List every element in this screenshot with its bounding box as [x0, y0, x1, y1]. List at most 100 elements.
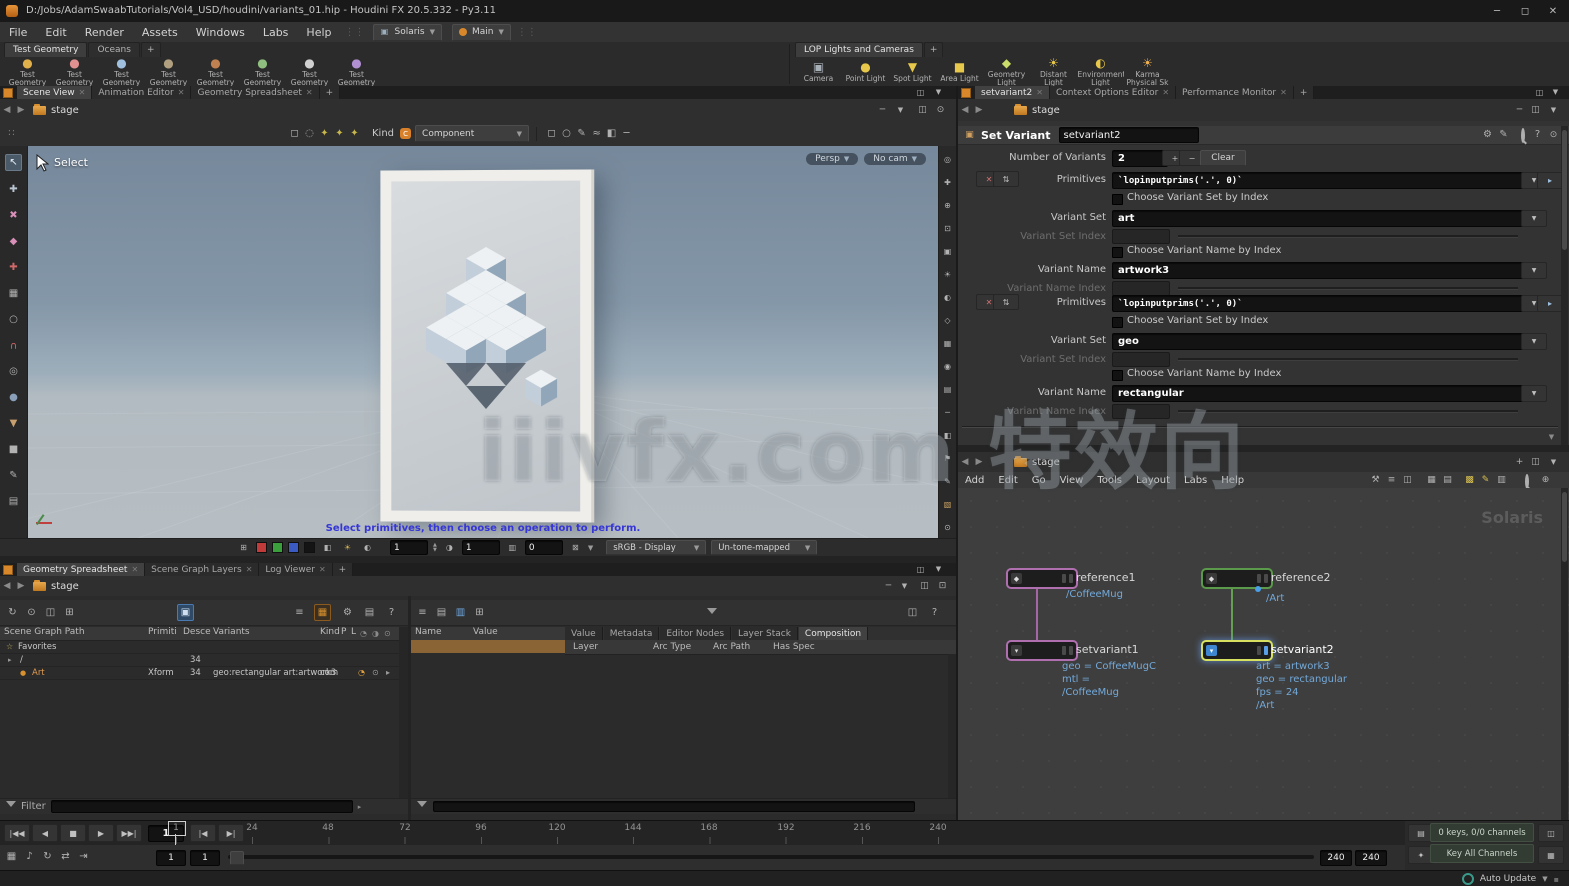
- close-icon[interactable]: ✕: [246, 565, 253, 574]
- key-all-channels-button[interactable]: Key All Channels: [1430, 844, 1534, 863]
- audio-icon[interactable]: ♪: [22, 849, 37, 864]
- color-palette-icon[interactable]: ▩: [1462, 473, 1477, 488]
- gamma-field[interactable]: 1: [390, 540, 428, 555]
- display-flag[interactable]: [1069, 646, 1073, 655]
- header-state-icon[interactable]: ◑: [372, 629, 379, 638]
- network-menu-view[interactable]: View: [1053, 472, 1091, 488]
- node-flag[interactable]: [1257, 646, 1261, 655]
- update-mode-selector[interactable]: Auto Update ▼ ▪: [1462, 872, 1559, 886]
- col-p[interactable]: P: [341, 627, 346, 637]
- shelf-tool-test-geometry-4[interactable]: ●Test Geometry: [145, 55, 192, 87]
- choose-set-index-checkbox[interactable]: [1112, 194, 1123, 205]
- view-tumble-icon[interactable]: ◎: [940, 152, 955, 167]
- post-note-icon[interactable]: ✎: [1478, 473, 1493, 488]
- no-cam-button[interactable]: No cam▼: [864, 153, 926, 165]
- grid-snap-icon[interactable]: ▦: [6, 286, 21, 301]
- choose-set-index-checkbox[interactable]: [1112, 317, 1123, 328]
- select-fully-contained-icon[interactable]: ✦: [347, 126, 362, 141]
- tab-value[interactable]: Value: [565, 627, 603, 640]
- menu-windows[interactable]: Windows: [187, 22, 254, 42]
- tab-add-button[interactable]: +: [333, 563, 354, 576]
- gain-icon[interactable]: ◑: [442, 540, 457, 555]
- list-icon[interactable]: ≡: [1384, 473, 1399, 488]
- camera-list-icon[interactable]: ▣: [940, 244, 955, 259]
- network-menu-labs[interactable]: Labs: [1177, 472, 1214, 488]
- shelf-tab-lop-lights-cameras[interactable]: LOP Lights and Cameras: [795, 42, 923, 57]
- edit-icon[interactable]: ✎: [1496, 128, 1511, 143]
- network-path[interactable]: stage: [1032, 457, 1060, 468]
- timeline-ruler[interactable]: |◀◀ ◀ ■ ▶ ▶▶| 1 |◀ ▶| 1 24 48 72 96 120 …: [0, 820, 1405, 847]
- col-layer[interactable]: Layer: [573, 642, 598, 652]
- swatch-black[interactable]: [304, 542, 315, 553]
- variant-set-field[interactable]: geo: [1112, 333, 1530, 350]
- display-set-icon[interactable]: ⊞: [236, 540, 251, 555]
- contrast-icon[interactable]: ◐: [360, 540, 375, 555]
- tab-geometry-spreadsheet-top[interactable]: Geometry Spreadsheet✕: [191, 86, 319, 99]
- close-icon[interactable]: ✕: [131, 565, 138, 574]
- pane-menu-icon[interactable]: ▼: [1546, 103, 1561, 118]
- spreadsheet-path[interactable]: stage: [51, 581, 79, 592]
- col-has-spec[interactable]: Has Spec: [773, 642, 815, 652]
- tab-animation-editor[interactable]: Animation Editor✕: [92, 86, 191, 99]
- forward-icon[interactable]: ▶: [972, 105, 986, 115]
- reference-plane-icon[interactable]: ■: [6, 442, 21, 457]
- select-front-icon[interactable]: ─: [619, 126, 634, 141]
- help-icon[interactable]: ?: [384, 605, 399, 620]
- menu-render[interactable]: Render: [76, 22, 133, 42]
- back-icon[interactable]: ◀: [0, 105, 14, 115]
- display-flag[interactable]: [1069, 574, 1073, 583]
- search-icon[interactable]: [1525, 476, 1529, 487]
- show-handles-icon[interactable]: ◻: [287, 126, 302, 141]
- tonemap-dropdown[interactable]: Un-tone-mapped▼: [711, 540, 817, 555]
- view-zoom-icon[interactable]: ⊕: [940, 198, 955, 213]
- shelf-tool-test-geometry-5[interactable]: ●Test Geometry: [192, 55, 239, 87]
- display-prims-icon[interactable]: ▦: [940, 336, 955, 351]
- parameters-scrollbar[interactable]: [1561, 126, 1568, 445]
- back-icon[interactable]: ◀: [958, 457, 972, 467]
- shelf-tool-camera[interactable]: ▣Camera: [795, 59, 842, 83]
- network-box-icon[interactable]: ▥: [1494, 473, 1509, 488]
- scrollbar-handle[interactable]: [1562, 130, 1567, 250]
- help-icon[interactable]: ?: [927, 605, 942, 620]
- close-icon[interactable]: ✕: [1162, 88, 1169, 97]
- construction-plane-icon[interactable]: ▼: [6, 416, 21, 431]
- scrollbar-handle[interactable]: [1562, 492, 1567, 562]
- clear-button[interactable]: Clear: [1200, 150, 1246, 166]
- menu-assets[interactable]: Assets: [133, 22, 187, 42]
- choose-name-index-checkbox[interactable]: [1112, 247, 1123, 258]
- display-flag[interactable]: [1264, 646, 1268, 655]
- scene-view-path[interactable]: stage: [51, 105, 79, 116]
- node-reference1[interactable]: ◆: [1006, 568, 1078, 589]
- choose-name-index-checkbox[interactable]: [1112, 370, 1123, 381]
- row-expand-icon[interactable]: ▸: [386, 668, 390, 677]
- notebook-icon[interactable]: ▤: [362, 605, 377, 620]
- loop-mode-icon[interactable]: ⇄: [58, 849, 73, 864]
- channel-list-icon[interactable]: ▦: [1538, 846, 1564, 864]
- shelf-tool-test-geometry-3[interactable]: ●Test Geometry: [98, 55, 145, 87]
- inspector-vscrollbar[interactable]: [948, 654, 956, 798]
- maximize-button[interactable]: ◻: [1511, 0, 1539, 22]
- point-snap-icon[interactable]: ○: [6, 312, 21, 327]
- close-icon[interactable]: ✕: [319, 565, 326, 574]
- stop-button[interactable]: ■: [60, 824, 86, 842]
- framed-artwork[interactable]: [380, 169, 594, 522]
- annotate-icon[interactable]: ✎: [6, 468, 21, 483]
- playbar-options-icon[interactable]: ▦: [4, 849, 19, 864]
- close-icon[interactable]: ✕: [178, 88, 185, 97]
- swatch-green[interactable]: [272, 542, 283, 553]
- tab-setvariant2[interactable]: setvariant2✕: [975, 86, 1050, 99]
- network-menu-edit[interactable]: Edit: [991, 472, 1024, 488]
- node-reference2[interactable]: ◆: [1201, 568, 1273, 589]
- translate-tool-icon[interactable]: ✚: [6, 182, 21, 197]
- wire-reference2-setvariant2[interactable]: [1231, 585, 1233, 641]
- node-name-field[interactable]: setvariant2: [1059, 127, 1199, 143]
- tab-log-viewer[interactable]: Log Viewer✕: [259, 563, 332, 576]
- snapshot-panel-icon[interactable]: ◫: [905, 605, 920, 620]
- node-label[interactable]: reference1: [1076, 571, 1136, 584]
- network-menu-add[interactable]: Add: [958, 472, 991, 488]
- shading-mode-icon[interactable]: ◐: [940, 290, 955, 305]
- variant-name-menu-button[interactable]: ▼: [1521, 385, 1547, 402]
- tab-add-button[interactable]: +: [1294, 86, 1315, 99]
- notes-icon[interactable]: ✎: [940, 474, 955, 489]
- shelf-tool-area-light[interactable]: ■Area Light: [936, 59, 983, 83]
